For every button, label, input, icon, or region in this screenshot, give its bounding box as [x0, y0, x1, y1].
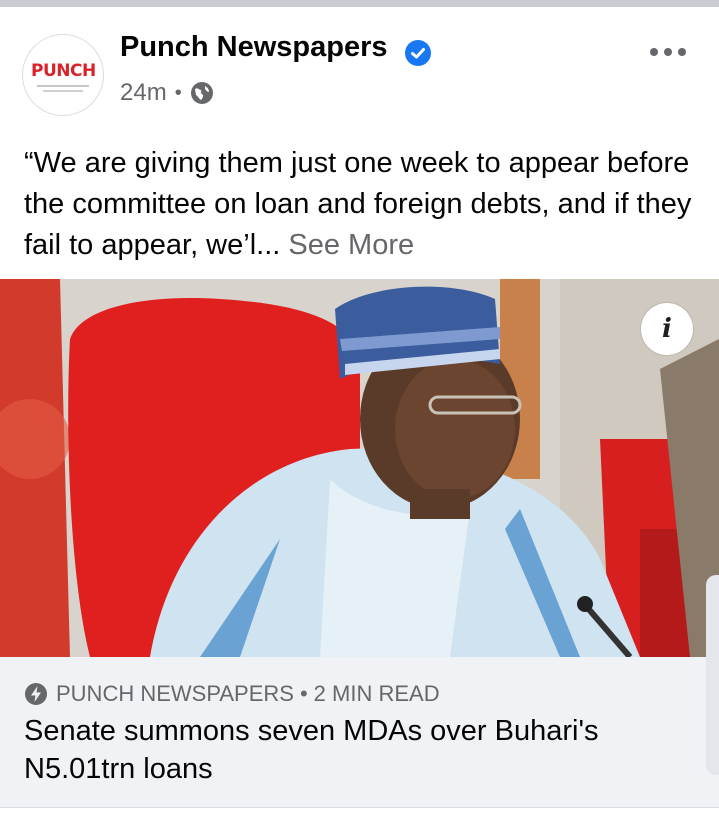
lightning-icon — [25, 683, 47, 705]
avatar-tagline-2 — [43, 90, 83, 92]
verified-badge-icon — [405, 40, 431, 66]
bottom-divider — [0, 807, 719, 808]
top-divider — [0, 0, 719, 7]
meta-separator: • — [174, 81, 182, 104]
link-source-row: PUNCH NEWSPAPERS • 2 MIN READ — [24, 681, 440, 707]
photo-illustration — [0, 279, 719, 657]
link-title[interactable]: Senate summons seven MDAs over Buhari's … — [24, 712, 684, 788]
scroll-indicator — [706, 575, 719, 775]
post-time[interactable]: 24m — [120, 79, 167, 107]
post-meta: 24m • — [120, 79, 214, 107]
link-source: PUNCH NEWSPAPERS — [56, 681, 294, 706]
article-photo[interactable] — [0, 279, 719, 657]
post-header: PUNCH Punch Newspapers 24m • — [0, 7, 719, 127]
avatar-logo-text: PUNCH — [31, 61, 96, 81]
info-icon[interactable]: i — [641, 303, 693, 355]
link-read-time: 2 MIN READ — [313, 681, 440, 706]
avatar[interactable]: PUNCH — [22, 34, 104, 116]
globe-icon — [190, 82, 213, 104]
avatar-tagline — [37, 85, 89, 87]
link-separator: • — [299, 681, 308, 706]
post-body: “We are giving them just one week to app… — [24, 143, 704, 266]
more-options-icon[interactable] — [648, 45, 688, 59]
see-more-link[interactable]: See More — [288, 229, 414, 261]
author-name[interactable]: Punch Newspapers — [120, 31, 388, 64]
